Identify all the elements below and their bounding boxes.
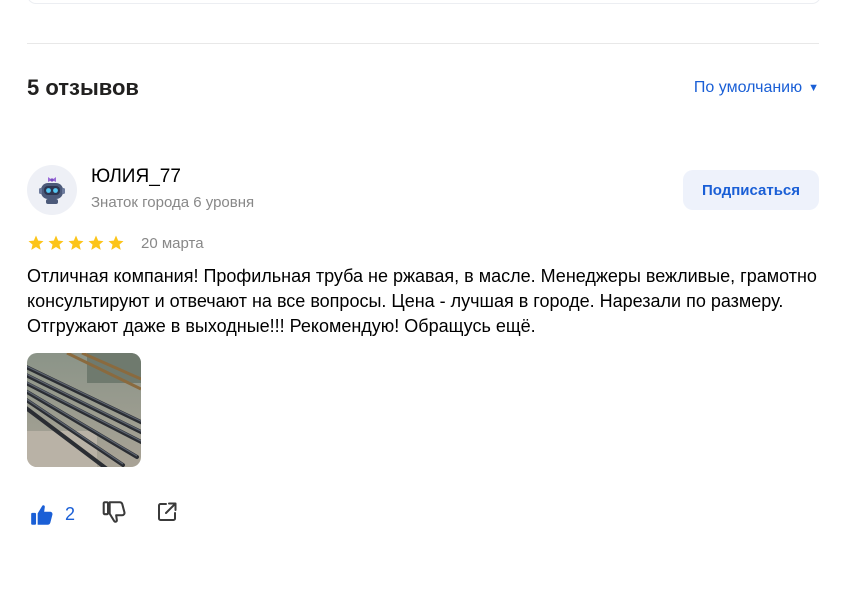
next-review-edge — [170, 582, 790, 590]
review-date: 20 марта — [141, 235, 204, 252]
sort-label: По умолчанию — [693, 79, 803, 96]
rating-stars — [27, 234, 125, 252]
review-text: Отличная компания! Профильная труба не р… — [27, 266, 817, 336]
star-icon — [28, 235, 44, 250]
star-icon — [68, 235, 84, 250]
previous-card-edge — [27, 0, 821, 4]
subscribe-button[interactable]: Подписаться — [683, 170, 819, 210]
dislike-button[interactable] — [101, 499, 127, 530]
star-icon — [48, 235, 64, 250]
author-name[interactable]: ЮЛИЯ_77 — [91, 166, 181, 188]
section-divider — [27, 43, 819, 44]
reviews-count-title: 5 отзывов — [27, 75, 139, 100]
like-button[interactable]: 2 — [29, 502, 75, 528]
star-icon — [108, 235, 124, 250]
thumbs-down-icon — [102, 501, 126, 523]
thumbs-up-icon — [31, 504, 53, 525]
review-actions: 2 — [29, 499, 179, 530]
author-level: Знаток города 6 уровня — [91, 194, 255, 211]
like-count: 2 — [65, 504, 76, 524]
star-icon — [88, 235, 104, 250]
chevron-down-icon: ▼ — [808, 82, 819, 94]
review-photo[interactable] — [27, 353, 141, 467]
sort-dropdown[interactable]: По умолчанию ▼ — [694, 79, 819, 97]
share-button[interactable] — [155, 500, 179, 529]
avatar[interactable] — [27, 165, 77, 215]
share-icon — [158, 502, 177, 521]
robot-avatar-icon — [39, 177, 65, 204]
steel-pipes-photo — [27, 353, 141, 467]
